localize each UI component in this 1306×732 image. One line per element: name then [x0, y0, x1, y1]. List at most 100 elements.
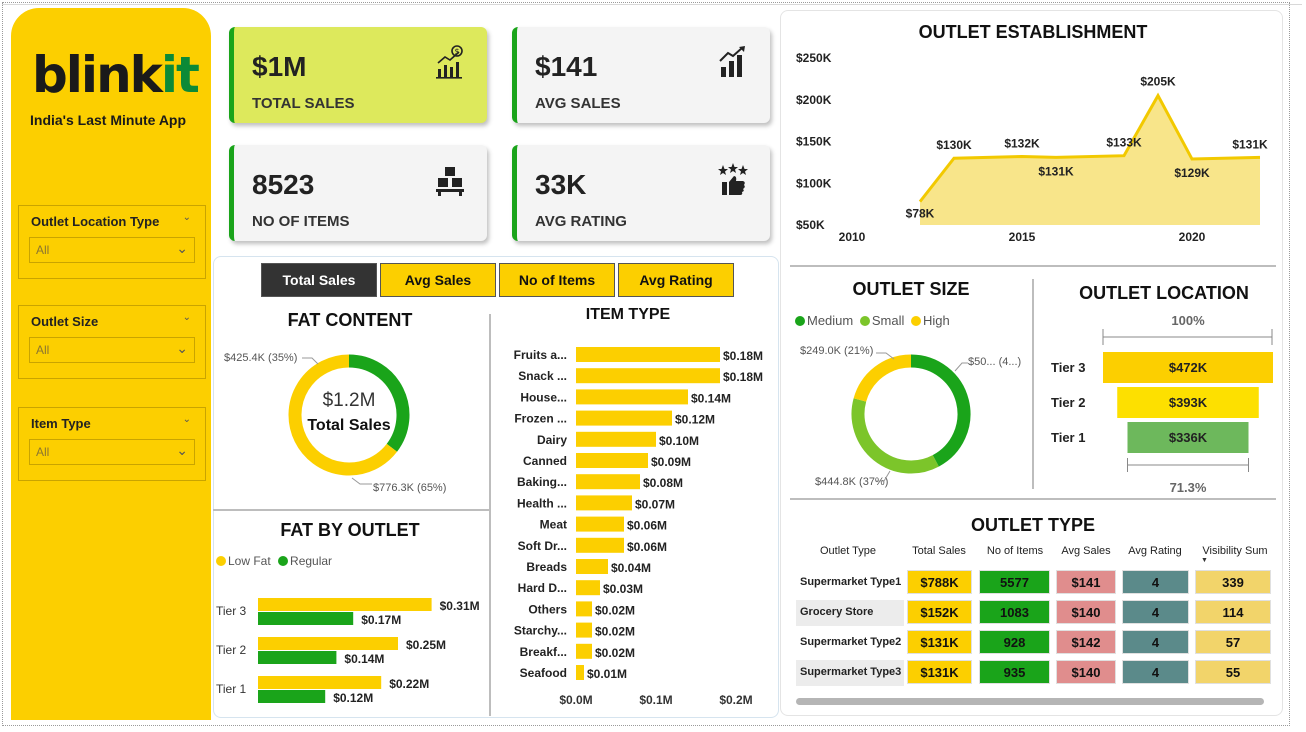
cell-avg-sales: $140: [1056, 660, 1116, 684]
table-row-label: Supermarket Type2: [796, 630, 904, 656]
kpi-card-no-of-items[interactable]: 8523 NO OF ITEMS: [229, 145, 487, 241]
item-type-bar: [576, 601, 592, 617]
brand-name-part1: blink: [32, 46, 163, 104]
funnel-tier-label: Tier 3: [1051, 360, 1085, 375]
tier-label: Tier 1: [216, 682, 247, 696]
panel-divider: [790, 265, 1276, 267]
item-type-value: $0.01M: [587, 667, 627, 681]
item-type-label: Others: [528, 602, 567, 616]
funnel-value: $393K: [1169, 395, 1208, 410]
legend-dot-icon: [911, 316, 922, 326]
item-type-value: $0.10M: [659, 434, 699, 448]
table-header-avg-sales[interactable]: Avg Sales: [1056, 545, 1116, 557]
outlet-size-legend: Medium Small High: [795, 313, 950, 328]
chevron-down-icon[interactable]: ⌄: [183, 312, 191, 323]
item-type-value: $0.03M: [603, 582, 643, 596]
tab-total-sales[interactable]: Total Sales: [261, 263, 377, 297]
item-type-bar: [576, 580, 600, 596]
cell-visibility-sum: 55: [1195, 660, 1271, 684]
item-type-value: $0.18M: [723, 349, 763, 363]
filter-value: All: [36, 445, 50, 459]
item-type-bar: [576, 368, 720, 384]
item-type-value: $0.14M: [691, 391, 731, 405]
legend-medium: Medium: [807, 313, 854, 328]
area-fill: [920, 95, 1260, 225]
item-type-bar: [576, 410, 672, 426]
x-axis-tick: $0.2M: [719, 693, 752, 707]
bar-regular: [258, 651, 337, 664]
panel-divider: [1032, 279, 1034, 489]
item-type-bar: [576, 665, 584, 680]
chevron-down-icon[interactable]: ⌄: [183, 414, 191, 425]
data-label: $132K: [1004, 137, 1040, 151]
kpi-card-avg-sales[interactable]: $141 AVG SALES: [512, 27, 770, 123]
table-header-visibility-sum[interactable]: Visibility Sum: [1195, 545, 1275, 557]
boxes-icon: [436, 167, 464, 196]
bar-low-fat: [258, 676, 382, 689]
sort-desc-icon[interactable]: ▼: [1201, 557, 1208, 564]
item-type-bar: [576, 516, 624, 532]
filter-dropdown[interactable]: All ⌄: [29, 237, 195, 263]
tab-no-of-items[interactable]: No of Items: [499, 263, 615, 297]
data-label: $205K: [1140, 75, 1176, 89]
item-type-label: Breakf...: [520, 645, 567, 659]
item-type-value: $0.06M: [627, 540, 667, 554]
item-type-label: Canned: [523, 454, 567, 468]
y-axis-tick: $150K: [796, 135, 832, 149]
cell-avg-sales: $142: [1056, 630, 1116, 654]
cell-avg-sales: $140: [1056, 600, 1116, 624]
bar-chart-dollar-icon: $: [436, 45, 463, 79]
legend-low-fat: Low Fat: [228, 554, 271, 568]
kpi-card-avg-rating[interactable]: 33K AVG RATING: [512, 145, 770, 241]
kpi-value: 8523: [252, 169, 315, 200]
table-horizontal-scrollbar[interactable]: [796, 698, 1264, 705]
item-type-value: $0.09M: [651, 455, 691, 469]
filter-dropdown[interactable]: All ⌄: [29, 337, 195, 363]
table-header-no-of-items[interactable]: No of Items: [979, 545, 1051, 557]
filter-title: Item Type: [31, 416, 91, 431]
filter-dropdown[interactable]: All ⌄: [29, 439, 195, 465]
x-axis-tick: 2020: [1179, 230, 1206, 244]
item-type-bar: [576, 474, 640, 490]
bar-value-low-fat: $0.22M: [389, 677, 429, 691]
item-type-value: $0.02M: [595, 603, 635, 617]
fat-by-outlet-legend: Low Fat Regular: [216, 554, 332, 568]
item-type-label: Soft Dr...: [518, 539, 567, 553]
kpi-card-total-sales[interactable]: $1M TOTAL SALES $: [229, 27, 487, 123]
table-header-avg-rating[interactable]: Avg Rating: [1121, 545, 1189, 557]
brand-name-part2: it: [160, 46, 200, 104]
item-type-value: $0.04M: [611, 561, 651, 575]
item-type-bar: [576, 559, 608, 574]
item-type-value: $0.18M: [723, 370, 763, 384]
cell-avg-rating: 4: [1122, 600, 1189, 624]
growth-chart-icon: [719, 46, 745, 77]
bar-value-regular: $0.14M: [344, 652, 384, 666]
legend-high: High: [923, 313, 950, 328]
table-header-total-sales[interactable]: Total Sales: [906, 545, 972, 557]
item-type-label: Dairy: [537, 433, 567, 447]
bar-low-fat: [258, 637, 398, 650]
tab-avg-rating[interactable]: Avg Rating: [618, 263, 734, 297]
outlet-size-title: OUTLET SIZE: [852, 279, 970, 299]
data-label: $78K: [906, 207, 935, 221]
funnel-tier-label: Tier 1: [1051, 430, 1085, 445]
cell-avg-rating: 4: [1122, 660, 1189, 684]
kpi-label: AVG RATING: [535, 213, 627, 230]
item-type-label: Snack ...: [518, 369, 567, 383]
cell-no-of-items: 935: [979, 660, 1050, 684]
item-type-value: $0.06M: [627, 519, 667, 533]
outlet-size-label-high: $249.0K (21%): [800, 345, 874, 357]
funnel-value: $472K: [1169, 360, 1208, 375]
cell-no-of-items: 1083: [979, 600, 1050, 624]
cell-total-sales: $788K: [907, 570, 972, 594]
filter-outlet-size: Outlet Size ⌄ All ⌄: [18, 305, 206, 379]
bar-value-regular: $0.12M: [333, 691, 373, 705]
table-header-outlet-type[interactable]: Outlet Type: [800, 545, 896, 557]
filter-item-type: Item Type ⌄ All ⌄: [18, 407, 206, 481]
fat-content-title: FAT CONTENT: [287, 310, 413, 330]
kpi-value: $1M: [252, 51, 307, 82]
tab-avg-sales[interactable]: Avg Sales: [380, 263, 496, 297]
chevron-down-icon[interactable]: ⌄: [183, 212, 191, 223]
cell-visibility-sum: 114: [1195, 600, 1271, 624]
filter-value: All: [36, 243, 50, 257]
